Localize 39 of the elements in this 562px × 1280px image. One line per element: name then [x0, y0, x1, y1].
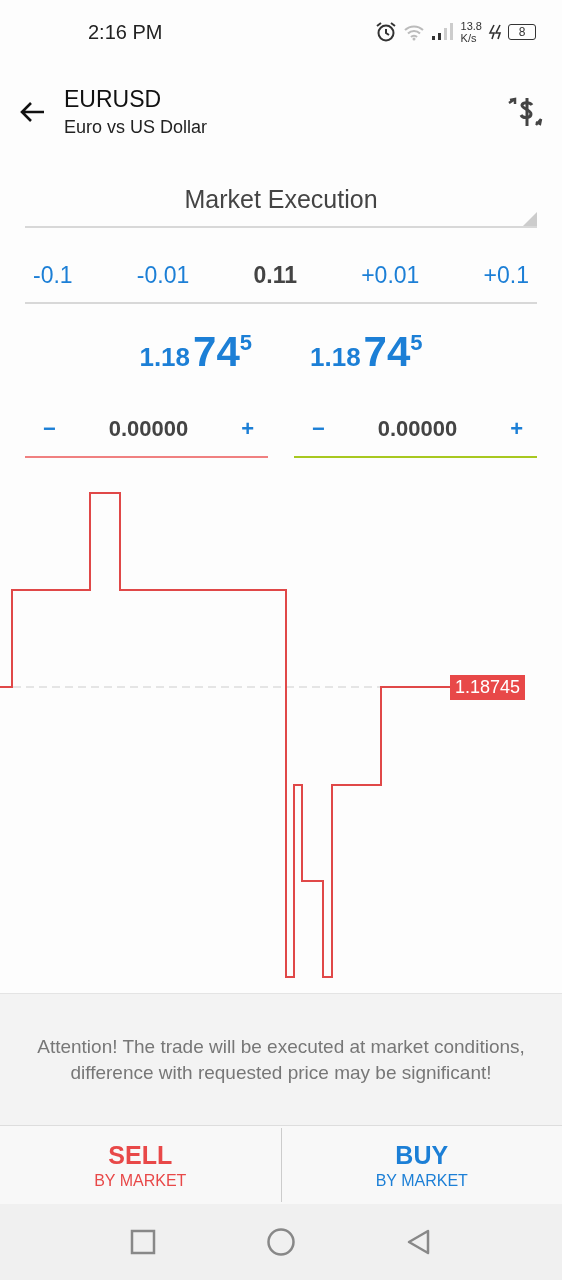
wifi-icon — [402, 23, 425, 41]
price-pips: 74 — [363, 328, 411, 376]
price-level-field[interactable]: − 0.00000 + — [294, 402, 537, 458]
signal-icon — [430, 22, 455, 42]
clock-time: 2:16 PM — [88, 20, 163, 44]
sell-button[interactable]: SELL BY MARKET — [0, 1126, 281, 1204]
price-fraction: 5 — [239, 330, 252, 355]
price-fraction: 5 — [410, 330, 423, 355]
price-prefix: 1.18 — [139, 342, 191, 373]
alarm-icon — [374, 21, 397, 43]
back-icon[interactable] — [406, 1228, 432, 1256]
volume-step-button[interactable]: +0.01 — [353, 261, 428, 289]
symbol-title: EURUSD — [64, 86, 163, 113]
volume-step-button[interactable]: -0.1 — [25, 261, 81, 289]
increase-button[interactable]: + — [504, 415, 529, 443]
execution-dropdown[interactable]: Market Execution — [25, 172, 537, 228]
decrease-button[interactable]: − — [306, 415, 331, 443]
current-price-label: 1.18745 — [450, 675, 526, 700]
decrease-button[interactable]: − — [37, 415, 62, 443]
price-prefix: 1.18 — [310, 342, 361, 373]
recents-icon[interactable] — [130, 1229, 156, 1255]
price-pips: 74 — [193, 328, 240, 376]
back-arrow-icon[interactable] — [18, 100, 46, 124]
increase-button[interactable]: + — [235, 415, 260, 443]
volume-step-button[interactable]: +0.1 — [475, 261, 537, 289]
battery-level: 8 — [508, 24, 536, 40]
buy-button[interactable]: BUY BY MARKET — [281, 1126, 562, 1204]
volume-step-button[interactable]: -0.01 — [128, 261, 198, 289]
home-icon[interactable] — [266, 1227, 296, 1257]
dropdown-corner-icon — [523, 212, 537, 226]
price-level-field[interactable]: − 0.00000 + — [25, 402, 268, 458]
level-value: 0.00000 — [108, 416, 189, 442]
network-speed: 13.8 — [460, 20, 482, 32]
attention-message: Attention! The trade will be executed at market conditions, difference with requested price may be significant! — [36, 1034, 526, 1085]
charging-icon — [488, 24, 502, 40]
speed-unit: K/s — [460, 32, 478, 44]
level-value: 0.00000 — [377, 416, 458, 442]
volume-value: 0.11 — [252, 261, 298, 289]
symbol-description: Euro vs US Dollar — [64, 117, 208, 138]
